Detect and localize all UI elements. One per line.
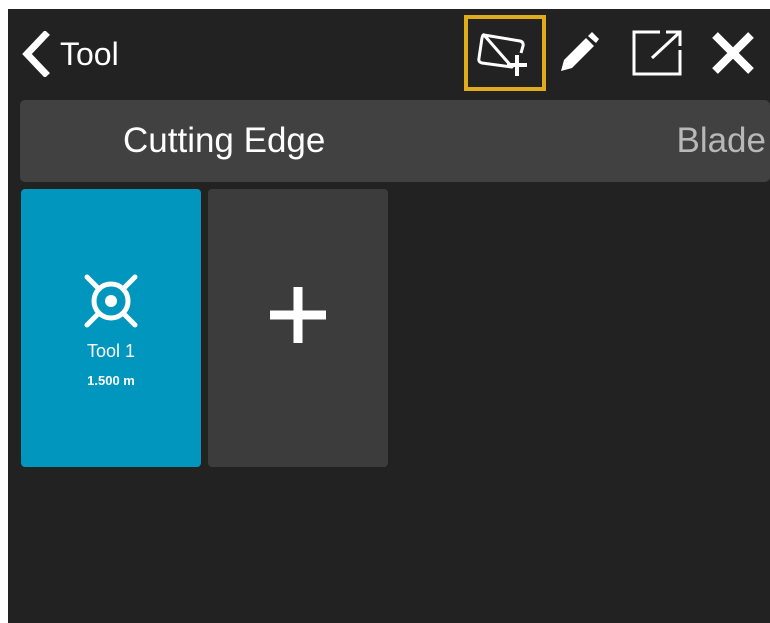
header-bar: Tool (8, 9, 770, 99)
tab-blade[interactable]: Blade (676, 100, 766, 182)
add-tool-icon (477, 33, 527, 76)
back-button[interactable]: Tool (20, 29, 119, 79)
close-button[interactable] (698, 15, 768, 91)
close-icon (712, 32, 754, 74)
tool-name: Tool 1 (86, 341, 136, 361)
tool-tile[interactable]: Tool 1 1.500 m (21, 189, 201, 467)
add-tool-tile[interactable] (208, 189, 388, 467)
page-title: Tool (60, 36, 119, 72)
crosshair-target-icon (84, 274, 138, 328)
export-button[interactable] (622, 15, 692, 91)
tab-cutting-edge[interactable]: Cutting Edge (123, 100, 325, 182)
pencil-icon (561, 32, 599, 71)
tool-size: 1.500 m (87, 373, 135, 388)
edit-button[interactable] (546, 15, 608, 91)
chevron-left-icon (22, 31, 50, 77)
plus-icon (270, 287, 326, 343)
tab-bar: Cutting Edge Blade (20, 100, 770, 182)
add-tool-button[interactable] (464, 15, 546, 91)
tool-screen: Tool Cutting Edge Blade Tool 1 1.500 m (8, 9, 770, 623)
external-link-icon (632, 30, 682, 76)
